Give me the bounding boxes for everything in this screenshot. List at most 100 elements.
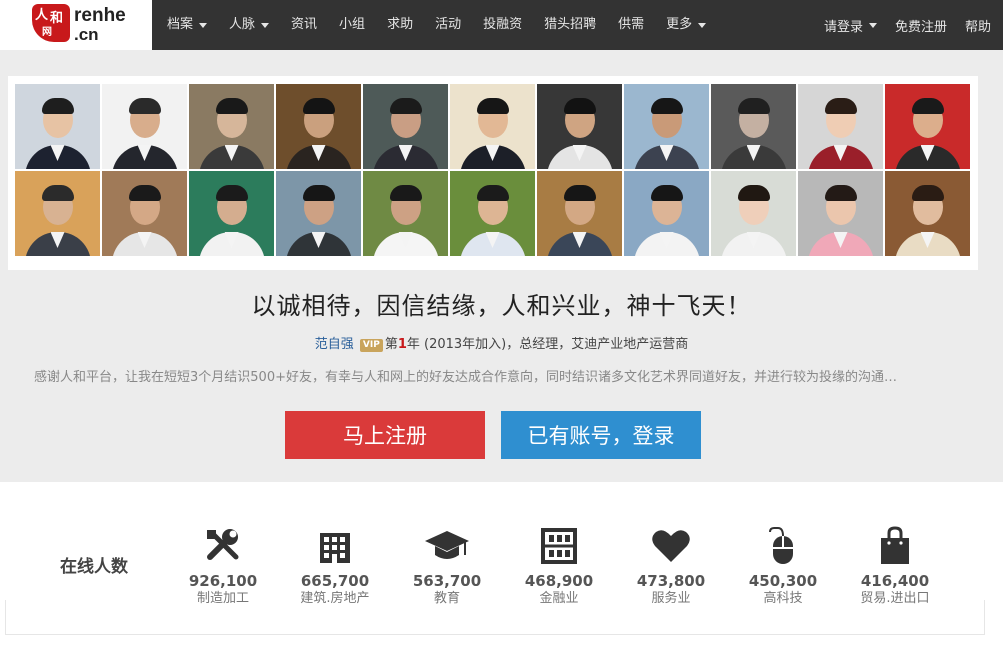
main-nav: 档案 人脉 资讯 小组 求助 活动 投融资 猎头招聘 供需 更多 [160,0,721,50]
logo-seal-icon: 人 和 网 [32,4,70,42]
member-avatar-photo[interactable] [798,171,883,256]
member-avatar-photo[interactable] [189,171,274,256]
avatar-hair [128,98,161,114]
stat-services[interactable]: 473,800 服务业 [615,526,727,608]
stat-value: 450,300 [748,572,818,590]
nav-item-recruiting[interactable]: 猎头招聘 [537,0,603,50]
nav-item-help-requests[interactable]: 求助 [380,0,420,50]
nav-item-connections[interactable]: 人脉 [222,0,276,50]
nav-item-supply-demand[interactable]: 供需 [611,0,651,50]
testimonial-author: 范自强 VIP 第1年 (2013年加入)，总经理，艾迪产业地产运营商 [0,333,1003,352]
member-avatar-photo[interactable] [102,84,187,169]
chevron-down-icon [199,22,208,28]
stat-label: 贸易.进出口 [860,591,930,606]
member-avatar-photo[interactable] [450,171,535,256]
member-avatar-photo[interactable] [276,84,361,169]
stat-finance[interactable]: 468,900 金融业 [503,526,615,608]
member-avatar-photo[interactable] [276,171,361,256]
avatar-hair [389,185,422,201]
chevron-down-icon [698,22,707,28]
avatar-hair [302,185,335,201]
hero-slogan: 以诚相待，因信结缘，人和兴业，神十飞天！ [251,292,752,320]
hero-section: 以诚相待，因信结缘，人和兴业，神十飞天！ 范自强 VIP 第1年 (2013年加入… [0,50,1003,482]
user-nav: 请登录 免费注册 帮助 [806,0,991,50]
nav-item-investment[interactable]: 投融资 [476,0,529,50]
avatar-hair [563,98,596,114]
stat-label: 制造加工 [196,591,249,606]
stat-label: 建筑.房地产 [300,591,370,606]
nav-item-groups[interactable]: 小组 [332,0,372,50]
tools-icon [167,526,279,566]
member-avatar-photo[interactable] [711,84,796,169]
online-count-label: 在线人数 [60,557,128,577]
stat-value: 416,400 [860,572,930,590]
stat-education[interactable]: 563,700 教育 [391,526,503,608]
member-avatar-photo[interactable] [711,171,796,256]
heart-icon [615,526,727,566]
member-avatar-photo[interactable] [537,84,622,169]
member-avatar-photo[interactable] [624,84,709,169]
avatar-hair [824,98,857,114]
stat-trade[interactable]: 416,400 贸易.进出口 [839,526,951,608]
stat-label: 金融业 [539,591,579,606]
stat-high-tech[interactable]: 450,300 高科技 [727,526,839,608]
testimonial-author-name[interactable]: 范自强 [315,337,354,352]
abacus-icon [503,526,615,566]
shopping-bag-icon [839,526,951,566]
logo-wordmark: renhe .cn [74,5,126,44]
stat-construction[interactable]: 665,700 建筑.房地产 [279,526,391,608]
existing-account-login-button[interactable]: 已有账号，登录 [501,411,701,459]
member-photo-grid [15,84,972,258]
member-avatar-photo[interactable] [537,171,622,256]
register-link[interactable]: 免费注册 [895,16,947,35]
member-avatar-photo[interactable] [885,84,970,169]
avatar-hair [650,185,683,201]
avatar-hair [563,185,596,201]
chevron-down-icon [868,22,877,28]
member-avatar-photo[interactable] [450,84,535,169]
stat-manufacturing[interactable]: 926,100 制造加工 [167,526,279,608]
testimonial-quote: 感谢人和平台，让我在短短3个月结识500+好友，有幸与人和网上的好友达成合作意向… [34,370,897,385]
nav-item-events[interactable]: 活动 [428,0,468,50]
avatar-hair [389,98,422,114]
avatar-hair [737,185,770,201]
help-link[interactable]: 帮助 [965,16,991,35]
avatar-hair [476,98,509,114]
graduation-cap-icon [391,526,503,566]
avatar-hair [824,185,857,201]
nav-item-more[interactable]: 更多 [659,0,713,50]
stat-value: 665,700 [300,572,370,590]
avatar-hair [302,98,335,114]
online-stats-section: 在线人数 926,100 制造加工 665,700 建筑.房地产 563,700… [0,482,1003,656]
member-avatar-photo[interactable] [363,84,448,169]
member-avatar-photo[interactable] [15,171,100,256]
member-avatar-photo[interactable] [15,84,100,169]
avatar-hair [737,98,770,114]
stat-label: 服务业 [651,591,691,606]
building-icon [279,526,391,566]
stat-label: 教育 [433,591,460,606]
membership-year: 1 [397,337,407,352]
member-avatar-photo[interactable] [624,171,709,256]
login-link[interactable]: 请登录 [824,16,877,35]
avatar-hair [128,185,161,201]
member-avatar-photo[interactable] [189,84,274,169]
member-avatar-photo[interactable] [363,171,448,256]
member-avatar-photo[interactable] [798,84,883,169]
register-now-button[interactable]: 马上注册 [285,411,485,459]
nav-item-news[interactable]: 资讯 [284,0,324,50]
stat-value: 563,700 [412,572,482,590]
member-avatar-photo[interactable] [885,171,970,256]
vip-badge: VIP [359,339,383,352]
top-navbar: 人 和 网 renhe .cn 档案 人脉 资讯 小组 求助 活动 投融资 猎头… [0,0,1003,50]
logo[interactable]: 人 和 网 renhe .cn [0,0,152,50]
avatar-hair [215,98,248,114]
member-avatar-photo[interactable] [102,171,187,256]
testimonial-author-title: (2013年加入)，总经理，艾迪产业地产运营商 [424,337,689,352]
member-photo-wall [8,76,978,270]
nav-item-profile[interactable]: 档案 [160,0,214,50]
stat-value: 473,800 [636,572,706,590]
avatar-hair [41,98,74,114]
stat-label: 高科技 [763,591,803,606]
avatar-hair [650,98,683,114]
